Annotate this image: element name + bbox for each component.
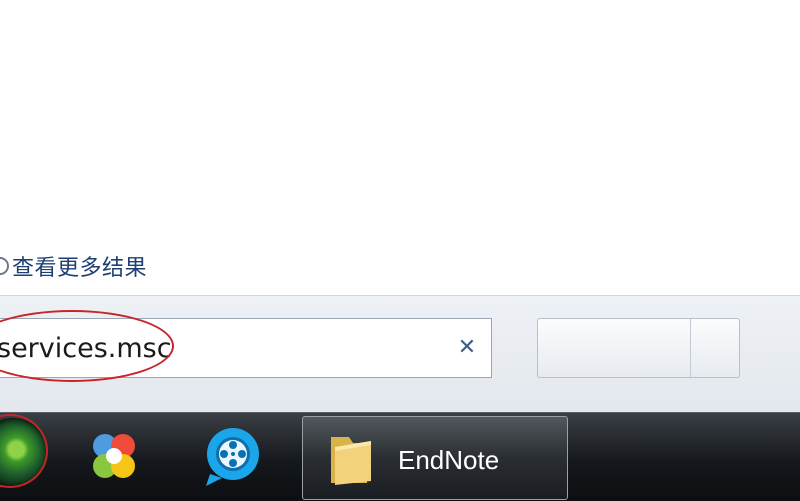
taskbar-item-media-player[interactable] [200,424,264,488]
taskbar-item-label: EndNote [398,445,500,475]
folder-icon [331,437,371,485]
pinwheel-app-icon [93,434,135,478]
taskbar-item-pinwheel[interactable] [82,424,146,488]
clear-search-button[interactable]: ✕ [452,332,482,362]
shutdown-options-button[interactable] [691,319,739,377]
search-box[interactable] [0,318,492,378]
search-icon [0,248,10,284]
media-player-icon [206,428,259,486]
shutdown-button-group [537,318,740,378]
close-icon: ✕ [457,334,477,360]
search-input[interactable] [0,319,430,377]
taskbar-item-endnote[interactable]: EndNote [302,416,568,500]
see-more-results-label: 查看更多结果 [12,256,148,281]
start-menu-panel: 查看更多结果 ✕ [0,0,800,413]
see-more-results-link[interactable]: 查看更多结果 [0,248,147,284]
shutdown-button[interactable] [538,319,691,377]
